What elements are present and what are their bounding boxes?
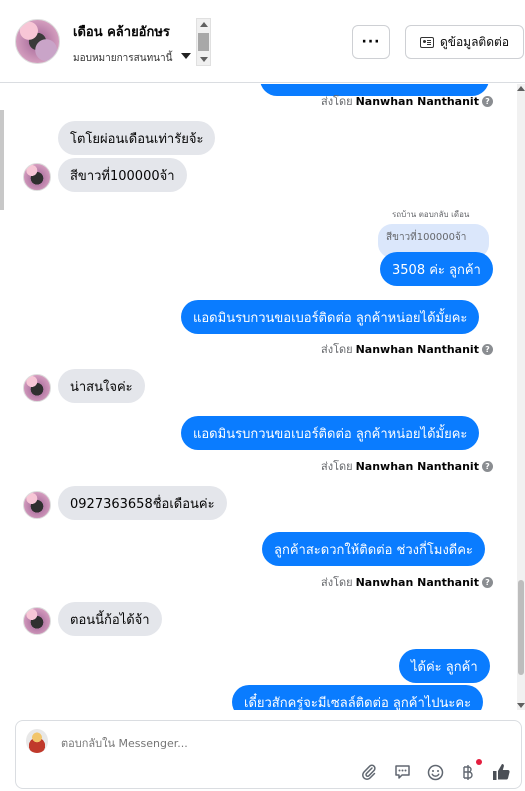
contact-avatar-small[interactable] <box>23 163 51 191</box>
sent-by-line: ส่งโดย Nanwhan Nanthanit ? <box>321 457 493 475</box>
help-icon[interactable]: ? <box>481 460 493 472</box>
sent-by-prefix: ส่งโดย <box>321 95 353 108</box>
contact-name[interactable]: เดือน คล้ายอักษร <box>73 21 170 42</box>
message-bubble-incoming[interactable]: ตอนนี้ก้อได้จ้า <box>58 602 162 636</box>
contact-avatar[interactable] <box>15 19 60 64</box>
thread-scrollbar[interactable] <box>517 84 525 710</box>
help-icon[interactable]: ? <box>481 343 493 355</box>
payment-icon[interactable] <box>458 759 482 782</box>
reply-composer <box>15 720 522 789</box>
message-bubble-incoming[interactable]: สีขาวที่100000จ้า <box>58 158 187 192</box>
contact-avatar-small[interactable] <box>23 491 51 519</box>
message-bubble-incoming[interactable]: โตโยผ่อนเดือนเท่ารัยจ้ะ <box>58 121 216 155</box>
message-bubble-incoming[interactable]: น่าสนใจค่ะ <box>58 369 145 403</box>
sender-name[interactable]: Nanwhan Nanthanit <box>356 576 479 589</box>
conversation-panel: เดือน คล้ายอักษร มอบหมายการสนทนานี้ ··· … <box>0 0 525 791</box>
message-thread: ส่งโดย Nanwhan Nanthanit ? โตโยผ่อนเดือน… <box>0 84 525 710</box>
reply-input[interactable] <box>61 737 311 750</box>
contact-avatar-small[interactable] <box>23 374 51 402</box>
sender-name[interactable]: Nanwhan Nanthanit <box>356 343 479 356</box>
sent-by-prefix: ส่งโดย <box>321 460 353 473</box>
scrollbar-thumb[interactable] <box>198 33 209 51</box>
sent-by-prefix: ส่งโดย <box>321 343 353 356</box>
emoji-icon[interactable] <box>425 762 445 782</box>
message-bubble-incoming[interactable]: 0927363658ชื่อเดือนค่ะ <box>58 486 227 520</box>
scroll-up-icon[interactable] <box>200 22 208 27</box>
page-avatar <box>26 729 48 753</box>
contact-avatar-small[interactable] <box>23 607 51 635</box>
attachment-icon[interactable] <box>359 762 379 782</box>
message-bubble-outgoing[interactable]: แอดมินรบกวนขอเบอร์ติดต่อ ลูกค้าหน่อยได้ม… <box>181 416 480 450</box>
message-bubble-outgoing[interactable]: แอดมินรบกวนขอเบอร์ติดต่อ ลูกค้าหน่อยได้ม… <box>181 300 480 334</box>
sent-by-prefix: ส่งโดย <box>321 576 353 589</box>
sender-name[interactable]: Nanwhan Nanthanit <box>356 95 479 108</box>
scroll-down-icon[interactable] <box>517 703 525 708</box>
message-bubble-outgoing[interactable]: ลูกค้าสะดวกให้ติดต่อ ช่วงกี่โมงดีคะ <box>262 532 485 566</box>
message-bubble-outgoing[interactable]: ได้ค่ะ ลูกค้า <box>399 649 490 683</box>
thumbs-up-icon[interactable] <box>491 762 511 782</box>
sent-by-line: ส่งโดย Nanwhan Nanthanit ? <box>321 573 493 591</box>
message-bubble-outgoing[interactable]: เดี๋ยวสักครู่จะมีเซลล์ติดต่อ ลูกค้าไปนะค… <box>232 685 484 710</box>
assign-conversation-label[interactable]: มอบหมายการสนทนานี้ <box>73 51 172 66</box>
scroll-down-icon[interactable] <box>200 57 208 62</box>
caret-down-icon[interactable] <box>181 53 191 59</box>
view-contact-info-label: ดูข้อมูลติดต่อ <box>439 34 510 49</box>
contact-card-icon <box>419 36 434 48</box>
saved-replies-icon[interactable] <box>392 762 412 782</box>
help-icon[interactable]: ? <box>481 95 493 107</box>
notification-dot <box>476 759 482 765</box>
conversation-header: เดือน คล้ายอักษร มอบหมายการสนทนานี้ ··· … <box>0 0 525 83</box>
reply-context-label: รถบ้าน ตอบกลับ เดือน <box>392 210 470 219</box>
composer-toolbar <box>359 759 511 782</box>
header-scrollbar[interactable] <box>196 18 211 66</box>
more-options-button[interactable]: ··· <box>352 25 390 59</box>
sent-by-line: ส่งโดย Nanwhan Nanthanit ? <box>321 340 493 358</box>
message-bubble-outgoing[interactable]: 3508 ค่ะ ลูกค้า <box>380 252 493 286</box>
scrollbar-thumb[interactable] <box>518 580 524 675</box>
scroll-up-icon[interactable] <box>517 86 525 91</box>
view-contact-info-button[interactable]: ดูข้อมูลติดต่อ <box>405 25 524 59</box>
sender-name[interactable]: Nanwhan Nanthanit <box>356 460 479 473</box>
help-icon[interactable]: ? <box>481 576 493 588</box>
sent-by-line: ส่งโดย Nanwhan Nanthanit ? <box>321 92 493 110</box>
